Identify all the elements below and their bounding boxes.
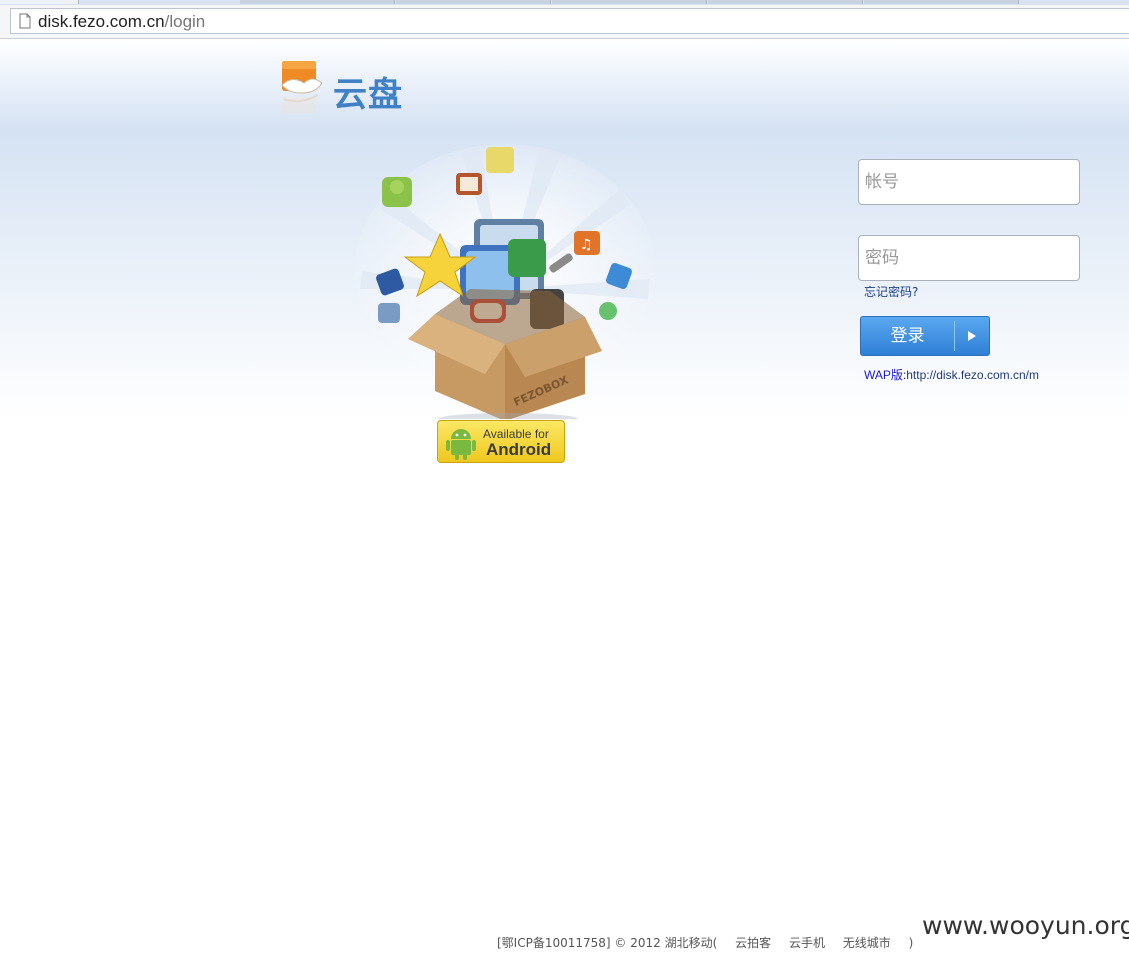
login-page: 云盘 ♫ FEZOBOX Available for Android 帐号 忘记… [0,39,1129,957]
svg-text:♫: ♫ [580,237,593,253]
badge-line2: Android [486,440,552,459]
footer-link-yunshouji[interactable]: 云手机 [789,936,825,950]
footer-link-wuxianchengshi[interactable]: 无线城市 [843,936,891,950]
url-field[interactable]: disk.fezo.com.cn/login [10,8,1129,34]
play-arrow-icon [968,331,976,341]
login-button-label: 登录 [890,326,925,346]
browser-tab[interactable] [396,0,551,4]
browser-tab[interactable] [864,0,1019,4]
login-button[interactable]: 登录 [860,316,990,356]
box-logo-icon [281,61,323,113]
footer-close-paren: ) [908,936,914,950]
browser-tab[interactable] [708,0,863,4]
android-robot-icon [382,177,412,207]
logo[interactable]: 云盘 [280,55,420,125]
footer: [鄂ICP备10011758] © 2012 湖北移动( 云拍客 云手机 无线城… [497,934,913,951]
browser-tab[interactable] [0,0,79,4]
browser-tab[interactable] [240,0,395,4]
watermark: www.wooyun.org [922,911,1129,940]
badge-line1: Available for [483,427,549,441]
logo-text: 云盘 [333,75,403,115]
login-button-divider [954,321,955,351]
account-input[interactable] [858,159,1080,205]
url-path: /login [164,12,206,31]
address-bar: disk.fezo.com.cn/login [0,5,1129,39]
footer-link-yunpaike[interactable]: 云拍客 [735,936,771,950]
url-host: disk.fezo.com.cn [38,12,165,31]
wap-label: WAP版: [864,368,907,382]
password-input[interactable] [858,235,1080,281]
wap-url: http://disk.fezo.com.cn/m [906,368,1039,382]
footer-copyright: [鄂ICP备10011758] © 2012 湖北移动( [497,936,718,950]
url-text: disk.fezo.com.cn/login [38,12,205,32]
android-icon [446,429,476,460]
wap-link[interactable]: WAP版:http://disk.fezo.com.cn/m [864,366,1039,383]
forgot-password-link[interactable]: 忘记密码? [864,283,918,300]
browser-tab[interactable] [552,0,707,4]
android-download-badge[interactable]: Available for Android [437,420,565,463]
fezobox-illustration: ♫ FEZOBOX [355,144,655,419]
page-icon [19,13,31,29]
